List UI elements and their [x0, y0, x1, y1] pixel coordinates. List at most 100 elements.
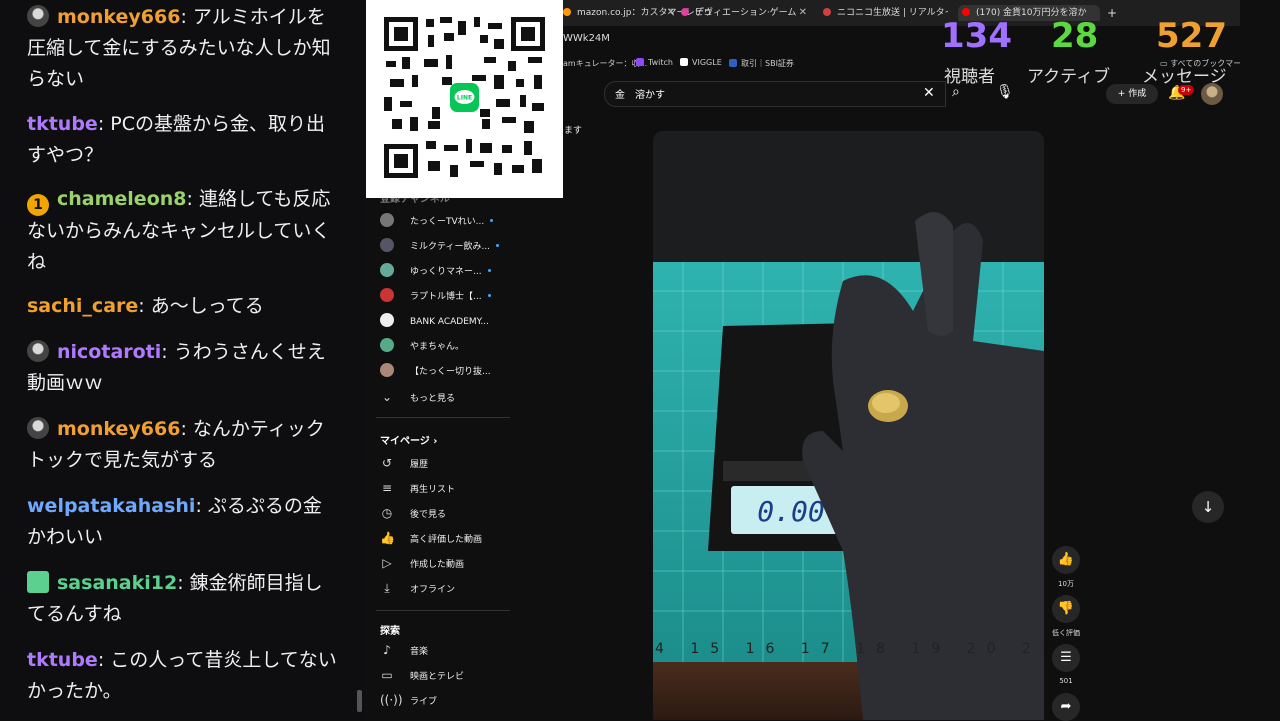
- playlist-icon: ≡: [381, 481, 393, 495]
- separator: :: [195, 495, 208, 517]
- chat-username[interactable]: welpatakahashi: [27, 495, 195, 517]
- subscription-item[interactable]: 【たっくー切り抜...: [380, 362, 491, 382]
- chat-username[interactable]: sachi_care: [27, 295, 138, 317]
- bookmark-item[interactable]: amキュレーター：収...: [563, 58, 647, 69]
- amazon-tab-icon: [563, 8, 571, 16]
- tab-favicon-icon: [681, 8, 689, 16]
- sidebar-item[interactable]: ((·)) ライブ: [380, 690, 437, 710]
- channel-avatar: [380, 338, 394, 352]
- next-video-button[interactable]: ↓: [1192, 491, 1224, 523]
- create-button[interactable]: + 作成: [1106, 84, 1158, 104]
- search-icon[interactable]: ⌕: [952, 84, 960, 100]
- arrow-down-icon: ↓: [1201, 498, 1215, 516]
- share-button[interactable]: ➦: [1052, 693, 1080, 721]
- ruler-numbers: 4 15 16 17 18 19 20 21 22 23: [655, 641, 1044, 657]
- separator: :: [97, 113, 111, 135]
- channel-avatar: [380, 363, 394, 377]
- separator: :: [180, 418, 193, 440]
- subscription-item[interactable]: たっくーTVれい...: [380, 212, 494, 232]
- sidebar-fragment[interactable]: ます: [564, 121, 582, 141]
- address-bar[interactable]: WWk24M: [563, 28, 943, 50]
- separator: :: [180, 6, 193, 28]
- comment-icon: ☰: [1060, 650, 1072, 665]
- sidebar-item-label: 高く評価した動画: [410, 535, 483, 545]
- chat-username[interactable]: monkey666: [57, 6, 180, 28]
- sidebar-item[interactable]: ↺ 履歴: [380, 453, 428, 473]
- channel-name: ミルクティー飲み...: [410, 242, 491, 252]
- separator: :: [97, 649, 111, 671]
- clear-search-icon[interactable]: ✕: [923, 85, 935, 101]
- channel-name: たっくーTVれい...: [410, 217, 485, 227]
- bookmark-viggle[interactable]: VIGGLE: [680, 58, 722, 67]
- chat-username[interactable]: sasanaki12: [57, 572, 177, 594]
- show-more-button[interactable]: ⌄ もっと見る: [380, 387, 455, 407]
- sidebar-item[interactable]: ▷ 作成した動画: [380, 553, 464, 573]
- sidebar-item[interactable]: ≡ 再生リスト: [380, 478, 455, 498]
- account-avatar[interactable]: [1201, 83, 1223, 105]
- channel-name: BANK ACADEMY...: [410, 317, 489, 327]
- subscription-item[interactable]: やまちゃん。: [380, 337, 464, 357]
- new-content-dot: [487, 269, 491, 272]
- new-content-dot: [490, 219, 494, 222]
- tab-bar: mazon.co.jp：カスタマーレビュ ✕ デヴィエーション·ゲーム ✕ ニコ…: [563, 0, 1240, 26]
- chevron-down-icon: ⌄: [381, 390, 393, 404]
- sidebar-item-label: 映画とテレビ: [410, 672, 465, 682]
- new-content-dot: [487, 294, 491, 297]
- like-button[interactable]: 👍: [1052, 546, 1080, 574]
- rank-badge: 1: [27, 194, 49, 216]
- notification-count: 9+: [1178, 85, 1195, 95]
- tab-amazon[interactable]: mazon.co.jp：カスタマーレビュ ✕: [563, 5, 712, 21]
- new-tab-button[interactable]: +: [1107, 5, 1117, 21]
- music-icon: ♪: [383, 643, 391, 657]
- shorts-video-player[interactable]: 0.00 4 15 16 17 18 19 20 21 22 23: [653, 131, 1044, 720]
- window-edge: [1240, 0, 1280, 720]
- comments-button[interactable]: ☰: [1052, 644, 1080, 672]
- sbi-icon: [729, 59, 737, 67]
- sidebar-item[interactable]: ♪ 音楽: [380, 640, 428, 660]
- divider: [376, 610, 510, 611]
- thumbs-down-icon: 👎: [1057, 601, 1075, 616]
- subscription-item[interactable]: ミルクティー飲み...: [380, 237, 500, 257]
- scale-display: 0.00: [757, 495, 824, 528]
- mypage-header[interactable]: マイページ ›: [380, 432, 437, 447]
- history-icon: ↺: [381, 456, 393, 470]
- close-icon[interactable]: ✕: [667, 5, 675, 21]
- new-content-dot: [496, 244, 500, 247]
- microphone-icon[interactable]: 🎙: [996, 84, 1014, 100]
- chat-username[interactable]: chameleon8: [57, 188, 187, 210]
- messages-count: 527: [1156, 16, 1227, 56]
- tab-niconico[interactable]: ニコニコ生放送 | リアルタイムラン: [823, 5, 948, 21]
- subscription-item[interactable]: ゆっくりマネー...: [380, 262, 491, 282]
- chat-username[interactable]: tktube: [27, 649, 98, 671]
- user-avatar: [27, 340, 49, 362]
- chat-username[interactable]: nicotaroti: [57, 341, 161, 363]
- chat-scrollbar[interactable]: [357, 690, 362, 712]
- separator: :: [138, 295, 151, 317]
- subscription-item[interactable]: BANK ACADEMY...: [380, 312, 489, 332]
- bookmark-twitch[interactable]: Twitch: [636, 58, 673, 67]
- search-input[interactable]: 金 溶かす: [604, 81, 946, 107]
- chevron-right-icon: ›: [429, 436, 438, 447]
- live-icon: ((·)): [380, 693, 403, 707]
- tab-deviation-game[interactable]: デヴィエーション·ゲーム ✕: [681, 5, 807, 21]
- bookmark-sbi[interactable]: 取引｜SBI証券: [729, 58, 794, 69]
- channel-avatar: [380, 238, 394, 252]
- share-icon: ➦: [1060, 699, 1072, 714]
- sidebar-item[interactable]: ▭ 映画とテレビ: [380, 665, 464, 685]
- sidebar-item-label: 履歴: [410, 460, 429, 470]
- sidebar-item[interactable]: 👍 高く評価した動画: [380, 528, 482, 548]
- chat-message: monkey666: なんかティックトックで見た気がする: [27, 414, 337, 476]
- user-avatar: [27, 417, 49, 439]
- close-icon[interactable]: ✕: [799, 5, 807, 21]
- chat-username[interactable]: tktube: [27, 113, 98, 135]
- chat-username[interactable]: monkey666: [57, 418, 180, 440]
- sidebar-item-label: 再生リスト: [410, 485, 456, 495]
- channel-name: ラプトル博士【...: [410, 292, 482, 302]
- subscription-item[interactable]: ラプトル博士【...: [380, 287, 491, 307]
- dislike-button[interactable]: 👎: [1052, 595, 1080, 623]
- chat-message: monkey666: アルミホイルを圧縮して金にするみたいな人しか知らない: [27, 2, 337, 95]
- sidebar-item[interactable]: ◷ 後で見る: [380, 503, 446, 523]
- line-qr-code: LINE: [366, 0, 563, 198]
- film-icon: ▭: [381, 668, 393, 682]
- sidebar-item[interactable]: ⤓ オフライン: [380, 578, 455, 598]
